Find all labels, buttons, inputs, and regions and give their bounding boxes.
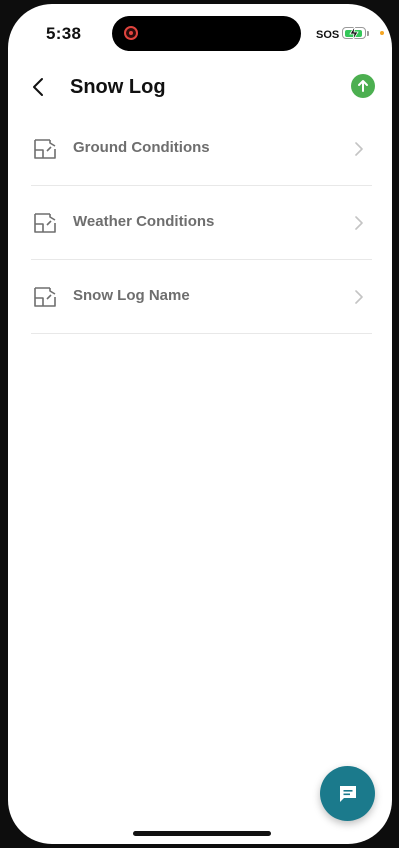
form-icon [34, 139, 56, 159]
page-title: Snow Log [70, 76, 166, 98]
chat-fab-button[interactable] [320, 766, 375, 821]
back-button[interactable] [26, 74, 50, 100]
chevron-left-icon [33, 78, 43, 96]
chevron-right-icon [355, 216, 363, 230]
recording-indicator-icon [124, 26, 138, 40]
home-indicator[interactable] [133, 831, 271, 836]
status-time: 5:38 [46, 24, 82, 43]
chevron-right-icon [355, 142, 363, 156]
list-item-snow-log-name[interactable]: Snow Log Name [31, 260, 372, 334]
list-item-label: Weather Conditions [73, 213, 215, 230]
chat-icon [339, 785, 356, 802]
device-frame: 5:38 SOS Snow Log Ground Conditions Weat… [0, 0, 399, 848]
list-item-label: Snow Log Name [73, 287, 190, 304]
list-item-weather-conditions[interactable]: Weather Conditions [31, 186, 372, 260]
privacy-indicator-icon [380, 31, 384, 35]
carrier-label: SOS [316, 29, 340, 41]
list-item-label: Ground Conditions [73, 139, 210, 156]
dynamic-island [112, 16, 301, 51]
arrow-up-icon [358, 80, 368, 92]
charging-bolt-icon [349, 26, 359, 40]
form-icon [34, 287, 56, 307]
app-screen: 5:38 SOS Snow Log Ground Conditions Weat… [8, 4, 392, 844]
chevron-right-icon [355, 290, 363, 304]
battery-cap [367, 31, 369, 36]
upload-button[interactable] [351, 74, 375, 98]
form-icon [34, 213, 56, 233]
list-item-ground-conditions[interactable]: Ground Conditions [31, 112, 372, 186]
form-section-list: Ground Conditions Weather Conditions Sno… [31, 112, 372, 334]
